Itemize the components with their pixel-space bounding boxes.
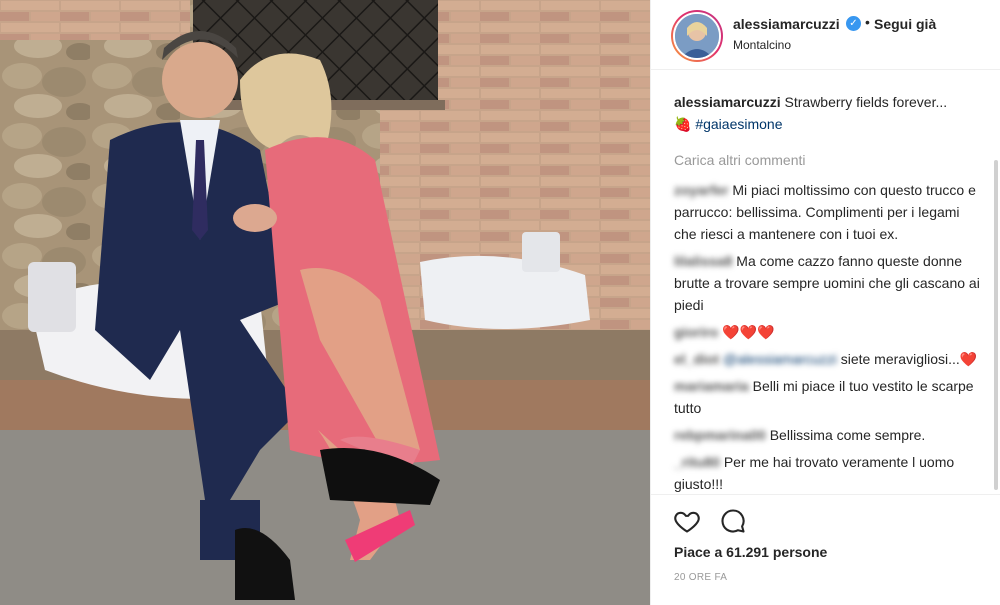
comment-text: siete meravigliosi...❤️ xyxy=(840,351,978,367)
comment-username[interactable]: mariamaria xyxy=(674,378,749,394)
header-username[interactable]: alessiamarcuzzi xyxy=(733,16,840,32)
comment-item: gioriro ❤️❤️❤️ xyxy=(674,321,985,343)
photo-illustration xyxy=(0,0,650,605)
following-button[interactable]: Segui già xyxy=(874,16,936,32)
story-ring[interactable] xyxy=(671,10,723,62)
comment-username[interactable]: gioriro xyxy=(674,324,718,340)
comment-username[interactable]: zoyarfer xyxy=(674,182,728,198)
caption-username[interactable]: alessiamarcuzzi xyxy=(674,94,781,110)
verified-badge-icon: ✓ xyxy=(846,16,861,31)
hashtag-link[interactable]: #gaiaesimone xyxy=(695,116,782,132)
post-timestamp[interactable]: 20 ORE FA xyxy=(674,572,727,583)
comment-username[interactable]: _ritu80 xyxy=(674,454,720,470)
header-separator: • xyxy=(865,14,870,30)
avatar[interactable] xyxy=(673,12,721,60)
comment-username[interactable]: rebpmarina00 xyxy=(674,427,766,443)
comment-item: rebpmarina00 Bellissima come sempre. xyxy=(674,424,985,446)
post-actions: Piace a 61.291 persone 20 ORE FA xyxy=(651,494,1000,605)
caption-text: Strawberry fields forever... xyxy=(784,94,948,110)
load-more-comments-button[interactable]: Carica altri commenti xyxy=(674,149,985,171)
comment-bubble-icon[interactable] xyxy=(719,507,747,535)
heart-outline-icon[interactable] xyxy=(673,507,701,535)
comment-item: zoyarfer Mi piaci moltissimo con questo … xyxy=(674,179,985,245)
comment-text: Bellissima come sempre. xyxy=(769,427,926,443)
comment-username[interactable]: el_diot xyxy=(674,351,719,367)
comment-item: _ritu80 Per me hai trovato veramente l u… xyxy=(674,451,985,494)
likes-count[interactable]: Piace a 61.291 persone xyxy=(674,544,827,560)
caption: alessiamarcuzzi Strawberry fields foreve… xyxy=(674,91,985,135)
comments-list[interactable]: alessiamarcuzzi Strawberry fields foreve… xyxy=(651,71,1000,494)
strawberry-emoji-icon: 🍓 xyxy=(674,116,692,132)
comment-username[interactable]: lilalissa8 xyxy=(674,253,732,269)
comment-item: mariamaria Belli mi piace il tuo vestito… xyxy=(674,375,985,419)
comment-mention[interactable]: @alessiamarcuzzi xyxy=(723,351,837,367)
comments-scrollbar[interactable] xyxy=(994,160,998,490)
post-photo[interactable] xyxy=(0,0,650,605)
comment-text: ❤️❤️❤️ xyxy=(722,324,775,340)
avatar-image xyxy=(675,14,719,58)
comment-item: el_diot @alessiamarcuzzi siete meravigli… xyxy=(674,348,985,370)
comment-item: lilalissa8 Ma come cazzo fanno queste do… xyxy=(674,250,985,316)
post-header: alessiamarcuzzi ✓ • Segui già Montalcino xyxy=(651,0,1000,70)
post-side-panel: alessiamarcuzzi ✓ • Segui già Montalcino… xyxy=(650,0,1000,605)
location-link[interactable]: Montalcino xyxy=(733,38,791,52)
